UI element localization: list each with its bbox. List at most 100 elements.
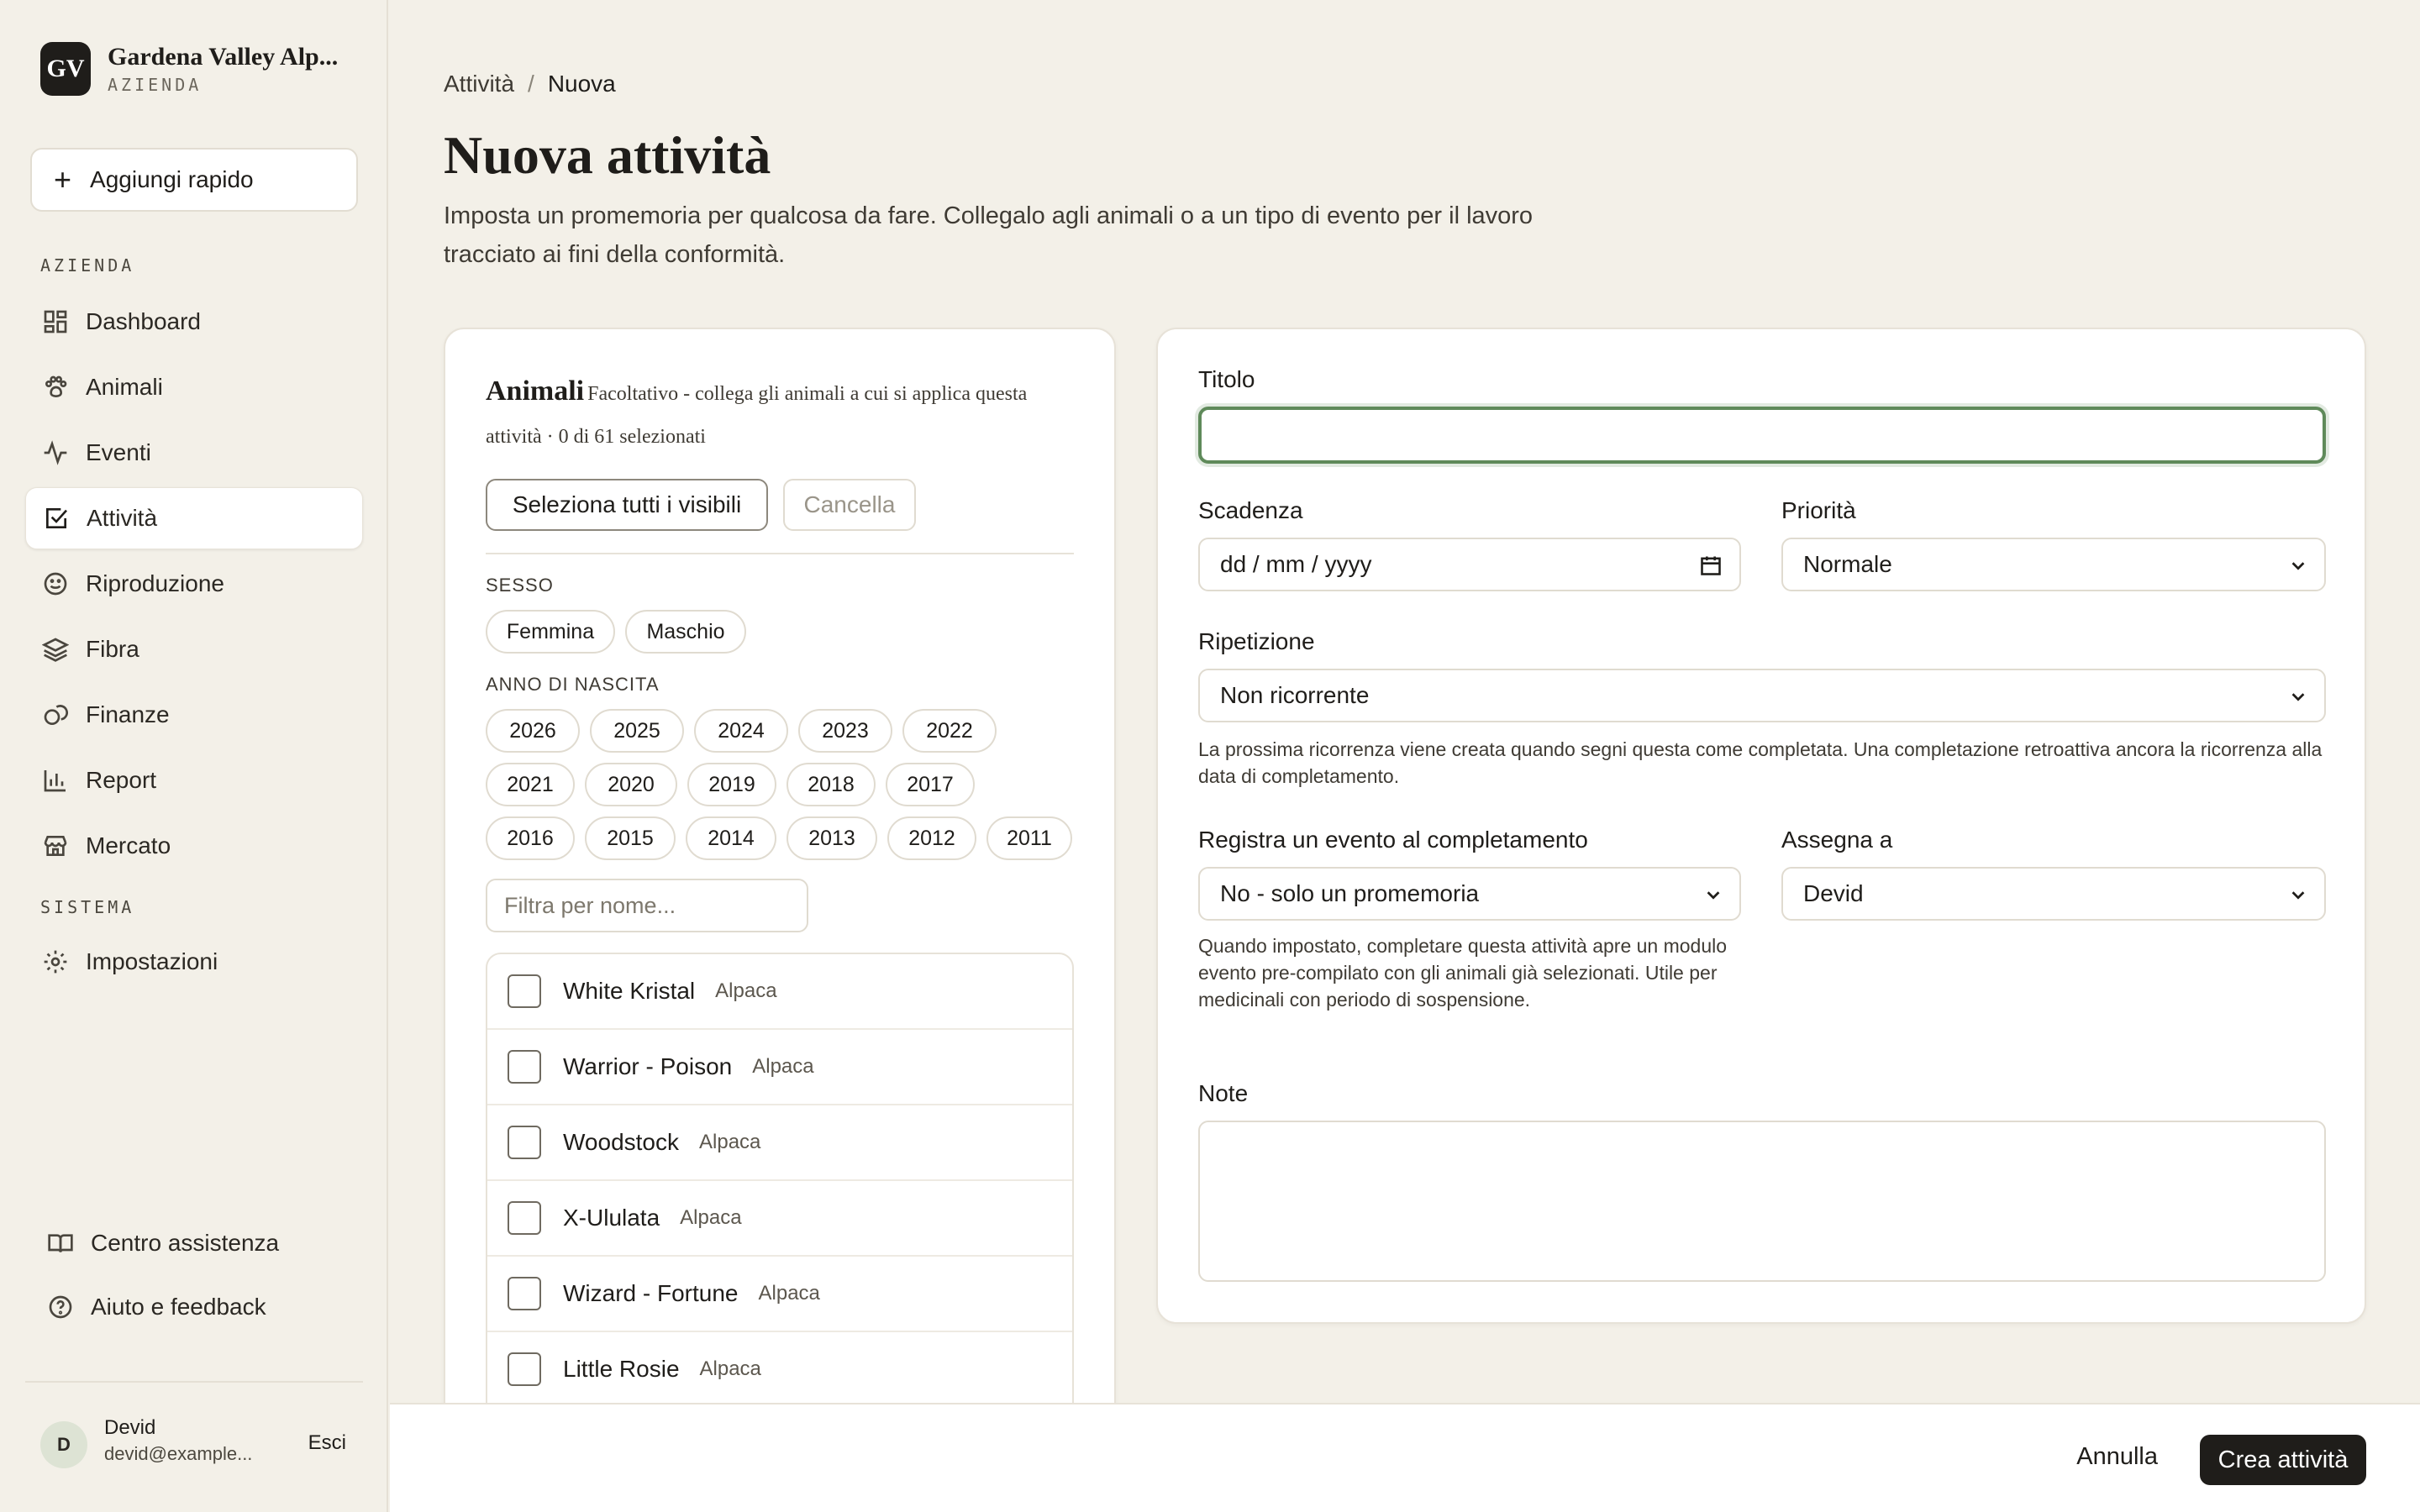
sidebar-item-label: Impostazioni (86, 948, 218, 974)
list-item[interactable]: Woodstock Alpaca (487, 1105, 1072, 1181)
sidebar-item-attivita[interactable]: Attività (25, 487, 363, 549)
chip-year[interactable]: 2020 (585, 763, 677, 806)
chip-year[interactable]: 2014 (686, 816, 776, 860)
gear-icon (44, 950, 67, 974)
animal-species: Alpaca (758, 1282, 820, 1305)
chip-year[interactable]: 2017 (886, 763, 975, 806)
sidebar-item-label: Riproduzione (86, 570, 224, 596)
page-description: Imposta un promemoria per qualcosa da fa… (444, 202, 1534, 268)
layers-icon (42, 638, 69, 662)
brand[interactable]: GV Gardena Valley Alp... AZIENDA (40, 42, 338, 96)
event-select[interactable]: No - solo un promemoria (1198, 867, 1741, 921)
page-title: Nuova attività (444, 125, 771, 185)
clear-selection-button[interactable]: Cancella (783, 479, 916, 531)
feedback-label: Aiuto e feedback (91, 1294, 266, 1320)
repeat-value: Non ricorrente (1220, 682, 1370, 708)
book-icon (48, 1234, 73, 1252)
sidebar-item-impostazioni[interactable]: Impostazioni (25, 931, 363, 993)
brand-subtitle: AZIENDA (108, 75, 203, 95)
chip-sex-female[interactable]: Femmina (486, 610, 615, 654)
list-item[interactable]: White Kristal Alpaca (487, 954, 1072, 1030)
notes-textarea[interactable] (1198, 1121, 2326, 1282)
sidebar-item-label: Fibra (86, 636, 139, 662)
notes-label: Note (1198, 1080, 1249, 1106)
list-item[interactable]: Little Rosie Alpaca (487, 1332, 1072, 1408)
animal-name: X-Ululata (563, 1205, 660, 1231)
animal-name: Warrior - Poison (563, 1053, 733, 1079)
sidebar-item-label: Animali (86, 374, 163, 400)
chip-sex-male[interactable]: Maschio (625, 610, 746, 654)
select-all-visible-button[interactable]: Seleziona tutti i visibili (486, 479, 768, 531)
chip-year[interactable]: 2026 (486, 709, 580, 753)
repeat-label: Ripetizione (1198, 628, 1315, 654)
animal-checkbox[interactable] (508, 974, 541, 1008)
year-filter-label: ANNO DI NASCITA (486, 674, 660, 695)
feedback-link[interactable]: Aiuto e feedback (47, 1294, 266, 1320)
sidebar: GV Gardena Valley Alp... AZIENDA + Aggiu… (0, 0, 388, 1512)
breadcrumb-separator: / (528, 71, 534, 97)
list-item[interactable]: Wizard - Fortune Alpaca (487, 1257, 1072, 1332)
animal-checkbox[interactable] (508, 1201, 541, 1235)
quick-add-button[interactable]: + Aggiungi rapido (30, 148, 358, 212)
animal-species: Alpaca (715, 979, 777, 1002)
check-square-icon (46, 508, 67, 528)
chip-year[interactable]: 2012 (887, 816, 976, 860)
chip-year[interactable]: 2013 (786, 816, 877, 860)
cancel-button[interactable]: Annulla (2076, 1443, 2158, 1471)
nav-section-farm: AZIENDA (40, 255, 135, 276)
list-item[interactable]: Warrior - Poison Alpaca (487, 1030, 1072, 1105)
bar-chart-icon (44, 770, 66, 792)
chip-year[interactable]: 2022 (902, 709, 997, 753)
chip-year[interactable]: 2021 (486, 763, 575, 806)
name-filter-input[interactable] (486, 879, 808, 932)
event-value: No - solo un promemoria (1220, 880, 1480, 906)
repeat-select[interactable]: Non ricorrente (1198, 669, 2326, 722)
chip-year[interactable]: 2019 (687, 763, 776, 806)
sidebar-item-riproduzione[interactable]: Riproduzione (25, 553, 363, 615)
chip-year[interactable]: 2018 (786, 763, 876, 806)
plus-icon: + (54, 162, 72, 197)
create-task-button[interactable]: Crea attività (2200, 1435, 2366, 1485)
assign-value: Devid (1803, 880, 1864, 906)
sidebar-item-label: Dashboard (86, 308, 201, 334)
chip-year[interactable]: 2023 (798, 709, 892, 753)
sidebar-item-label: Finanze (86, 701, 170, 727)
sidebar-item-label: Eventi (86, 439, 151, 465)
due-date-input[interactable]: dd / mm / yyyy (1198, 538, 1741, 591)
sidebar-item-fibra[interactable]: Fibra (25, 618, 363, 680)
user-email: devid@example... (104, 1443, 253, 1464)
priority-select[interactable]: Normale (1781, 538, 2326, 591)
user-box: D Devid devid@example... Esci (25, 1381, 363, 1507)
sidebar-item-eventi[interactable]: Eventi (25, 422, 363, 484)
sidebar-item-report[interactable]: Report (25, 749, 363, 811)
chip-year[interactable]: 2015 (585, 816, 676, 860)
sidebar-item-label: Mercato (86, 832, 171, 858)
animals-title: Animali (486, 375, 585, 407)
sidebar-item-mercato[interactable]: Mercato (25, 815, 363, 877)
breadcrumb-parent[interactable]: Attività (444, 71, 514, 97)
chip-year[interactable]: 2011 (986, 816, 1072, 860)
chip-year[interactable]: 2016 (486, 816, 575, 860)
list-item[interactable]: X-Ululata Alpaca (487, 1181, 1072, 1257)
sidebar-item-animali[interactable]: Animali (25, 356, 363, 418)
animal-checkbox[interactable] (508, 1277, 541, 1310)
animal-checkbox[interactable] (508, 1050, 541, 1084)
title-input[interactable] (1198, 407, 2326, 464)
assign-select[interactable]: Devid (1781, 867, 2326, 921)
nav-section-system: SISTEMA (40, 897, 135, 917)
animal-name: White Kristal (563, 978, 696, 1004)
chip-year[interactable]: 2025 (590, 709, 684, 753)
sidebar-item-dashboard[interactable]: Dashboard (25, 291, 363, 353)
help-center-link[interactable]: Centro assistenza (47, 1230, 279, 1257)
calendar-icon[interactable] (1699, 554, 1723, 577)
divider (486, 553, 1074, 554)
sidebar-item-finanze[interactable]: Finanze (25, 684, 363, 746)
animal-species: Alpaca (752, 1055, 814, 1078)
animal-checkbox[interactable] (508, 1126, 541, 1159)
chip-year[interactable]: 2024 (694, 709, 788, 753)
event-label: Registra un evento al completamento (1198, 827, 1588, 853)
title-label: Titolo (1198, 366, 1255, 392)
animal-checkbox[interactable] (508, 1352, 541, 1386)
logout-button[interactable]: Esci (308, 1431, 346, 1455)
brand-name: Gardena Valley Alp... (108, 43, 339, 71)
